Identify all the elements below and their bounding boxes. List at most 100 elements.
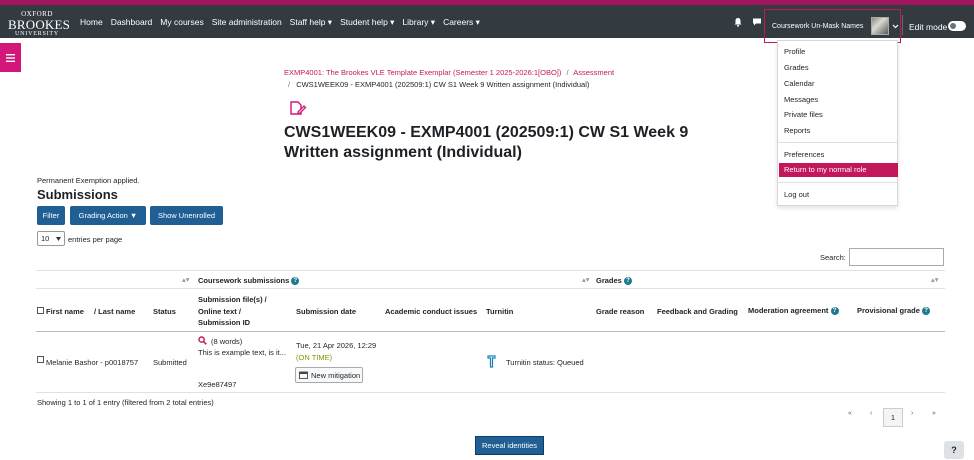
submission-date: Tue, 21 Apr 2026, 12:29	[296, 341, 377, 350]
pagination-previous[interactable]: ‹	[870, 410, 872, 417]
nav-careers[interactable]: Careers ▾	[443, 17, 480, 28]
entries-per-page-value: 10	[41, 234, 50, 243]
turnitin-icon[interactable]	[487, 355, 496, 368]
logo-line2: BROOKES	[8, 17, 71, 32]
submissions-heading: Submissions	[37, 187, 118, 202]
help-button[interactable]: ?	[944, 441, 964, 459]
menu-icon	[6, 53, 15, 62]
column-header-provisional-label[interactable]: Provisional grade	[857, 306, 920, 315]
course-index-drawer-button[interactable]	[0, 43, 21, 72]
breadcrumb-course-link[interactable]: EXMP4001: The Brookes VLE Template Exemp…	[284, 68, 561, 77]
column-header-submission-line3[interactable]: Submission ID	[198, 318, 250, 327]
column-header-feedback[interactable]: Feedback and Grading	[657, 307, 738, 316]
help-info-icon[interactable]: ?	[623, 277, 632, 286]
group-header-divider	[36, 288, 945, 289]
user-menu-toggle[interactable]: Coursework Un-Mask Names	[764, 9, 901, 43]
column-header-submission-date[interactable]: Submission date	[296, 307, 356, 316]
table-bottom-border	[36, 392, 945, 393]
header-bottom-border	[36, 331, 945, 332]
nav-staff-help[interactable]: Staff help ▾	[290, 17, 332, 28]
edit-mode-label: Edit mode	[909, 22, 948, 32]
navbar-divider	[902, 15, 903, 35]
breadcrumb-separator: /	[566, 68, 569, 77]
menu-item-preferences[interactable]: Preferences	[784, 150, 824, 159]
notification-bell-icon[interactable]	[733, 17, 743, 27]
nav-student-help[interactable]: Student help ▾	[340, 17, 394, 28]
filter-button[interactable]: Filter	[37, 206, 65, 225]
nav-dashboard[interactable]: Dashboard	[111, 17, 153, 28]
calendar-icon	[299, 371, 308, 379]
column-header-last-name[interactable]: / Last name	[94, 307, 135, 316]
menu-divider	[778, 182, 897, 183]
logo-line3: UNIVERSITY	[15, 31, 59, 37]
help-info-icon[interactable]: ?	[291, 277, 300, 286]
breadcrumb: EXMP4001: The Brookes VLE Template Exemp…	[284, 68, 614, 77]
menu-item-return-to-normal-role[interactable]: Return to my normal role	[779, 163, 898, 177]
pagination-last[interactable]: »	[932, 410, 936, 417]
user-dropdown-menu: Profile Grades Calendar Messages Private…	[777, 40, 898, 206]
edit-mode-toggle[interactable]	[948, 21, 966, 31]
help-info-icon[interactable]: ?	[830, 307, 839, 316]
group-header-grades-label: Grades	[596, 276, 622, 285]
group-header-coursework: Coursework submissions ?	[198, 276, 300, 286]
help-info-icon[interactable]: ?	[922, 307, 931, 316]
nav-site-administration[interactable]: Site administration	[212, 17, 282, 28]
user-menu-name: Coursework Un-Mask Names	[772, 22, 864, 30]
menu-item-messages[interactable]: Messages	[784, 95, 818, 104]
breadcrumb-current: CWS1WEEK09 - EXMP4001 (202509:1) CW S1 W…	[296, 80, 590, 89]
column-header-status[interactable]: Status	[153, 307, 176, 316]
column-header-submission-line2[interactable]: Online text /	[198, 307, 241, 316]
top-navbar: OXFORD BROOKES UNIVERSITY Home Dashboard…	[0, 0, 974, 43]
pagination-first[interactable]: «	[848, 410, 852, 417]
menu-item-reports[interactable]: Reports	[784, 126, 810, 135]
group-header-grades: Grades ?	[596, 276, 632, 286]
menu-item-calendar[interactable]: Calendar	[784, 79, 814, 88]
breadcrumb-assessment-link[interactable]: Assessment	[573, 68, 614, 77]
entries-per-page-label: entries per page	[68, 235, 123, 244]
new-mitigation-label: New mitigation	[311, 370, 361, 380]
menu-divider	[778, 142, 897, 143]
column-header-turnitin[interactable]: Turnitin	[486, 307, 513, 316]
pagination-next[interactable]: ›	[911, 410, 913, 417]
menu-item-grades[interactable]: Grades	[784, 63, 809, 72]
entries-per-page-select[interactable]: 10	[37, 231, 65, 246]
menu-item-private-files[interactable]: Private files	[784, 110, 823, 119]
avatar	[871, 17, 890, 35]
turnitin-status: Turnitin status: Queued	[506, 358, 584, 367]
pagination-current-page[interactable]: 1	[883, 408, 903, 427]
sort-icon: ▴▾	[182, 275, 190, 284]
column-header-first-name[interactable]: First name	[46, 307, 84, 316]
on-time-badge: (ON TIME)	[296, 353, 333, 362]
menu-item-profile[interactable]: Profile	[784, 47, 805, 56]
nav-my-courses[interactable]: My courses	[160, 17, 203, 28]
show-unenrolled-button[interactable]: Show Unenrolled	[150, 206, 223, 225]
magnifier-icon[interactable]	[198, 336, 207, 345]
column-header-submission-line1[interactable]: Submission file(s) /	[198, 295, 267, 304]
table-info: Showing 1 to 1 of 1 entry (filtered from…	[37, 398, 214, 407]
menu-item-log-out[interactable]: Log out	[784, 190, 809, 199]
reveal-identities-button[interactable]: Reveal identities	[475, 436, 544, 455]
column-header-moderation-label[interactable]: Moderation agreement	[748, 306, 828, 315]
sort-icon: ▴▾	[582, 275, 590, 284]
grading-action-button[interactable]: Grading Action ▼	[70, 206, 146, 225]
online-text-excerpt: This is example text, is it...	[198, 348, 286, 357]
breadcrumb-current-row: / CWS1WEEK09 - EXMP4001 (202509:1) CW S1…	[288, 80, 589, 89]
nav-home[interactable]: Home	[80, 17, 103, 28]
word-count: (8 words)	[211, 337, 243, 346]
column-header-academic-conduct[interactable]: Academic conduct issues	[385, 307, 477, 316]
select-all-checkbox[interactable]	[37, 307, 44, 314]
table-top-border	[36, 270, 945, 271]
new-mitigation-button[interactable]: New mitigation	[295, 367, 363, 383]
sort-icon: ▴▾	[931, 275, 939, 284]
column-header-grade-reason[interactable]: Grade reason	[596, 307, 644, 316]
chevron-down-icon	[892, 24, 899, 28]
breadcrumb-separator: /	[288, 80, 291, 89]
primary-nav: Home Dashboard My courses Site administr…	[80, 17, 488, 28]
messages-icon[interactable]	[752, 17, 762, 27]
oxford-brookes-logo[interactable]: OXFORD BROOKES UNIVERSITY	[8, 11, 71, 38]
nav-library[interactable]: Library ▾	[402, 17, 435, 28]
search-input[interactable]	[849, 248, 944, 266]
select-arrow-icon	[56, 237, 61, 241]
row-checkbox[interactable]	[37, 356, 44, 363]
exemption-notice: Permanent Exemption applied.	[37, 176, 140, 185]
